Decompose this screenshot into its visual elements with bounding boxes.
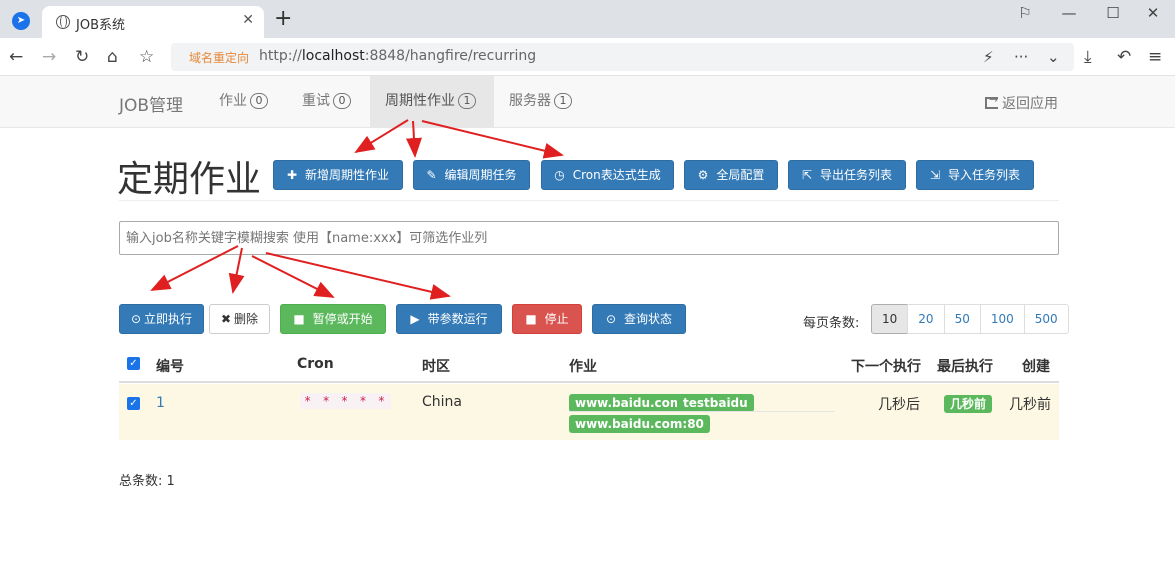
edit-recurring-job-button[interactable]: ✎ 编辑周期任务 bbox=[413, 160, 530, 190]
column-header-cron[interactable]: Cron bbox=[297, 356, 334, 372]
page-title: 定期作业 bbox=[117, 159, 262, 200]
remove-icon: ✖ bbox=[220, 312, 232, 326]
nav-item-jobs[interactable]: 作业 0 bbox=[204, 76, 283, 127]
column-header-id[interactable]: 编号 bbox=[156, 356, 184, 376]
trigger-now-button[interactable]: ⊙ 立即执行 bbox=[119, 304, 204, 334]
undo-icon[interactable]: ↶ bbox=[1117, 47, 1131, 67]
per-page-option-20[interactable]: 20 bbox=[907, 304, 945, 334]
redirect-tag: 域名重定向 bbox=[189, 51, 250, 65]
pause-resume-button[interactable]: ■ 暂停或开始 bbox=[280, 304, 386, 334]
plus-icon: ✚ bbox=[286, 168, 298, 182]
per-page-option-50[interactable]: 50 bbox=[943, 304, 981, 334]
bookmark-star-icon[interactable]: ☆ bbox=[139, 47, 154, 67]
next-execution-cell: 几秒后 bbox=[878, 397, 920, 413]
created-cell: 几秒前 bbox=[1009, 397, 1051, 413]
browser-logo-icon: ➤ bbox=[12, 12, 30, 30]
lightning-icon[interactable]: ⚡ bbox=[983, 48, 994, 66]
search-input[interactable] bbox=[119, 221, 1059, 255]
play-circle-icon: ⊙ bbox=[130, 312, 142, 326]
cron-expression: * * * * * bbox=[300, 393, 392, 409]
table-row[interactable]: ✓ 1 * * * * * China www.baidu.com testba… bbox=[119, 384, 1059, 440]
forward-icon[interactable]: → bbox=[42, 47, 56, 67]
new-tab-icon[interactable]: + bbox=[274, 7, 292, 31]
chevron-down-icon[interactable]: ⌄ bbox=[1047, 48, 1060, 66]
annotation-arrow bbox=[265, 252, 451, 300]
sign-out-icon bbox=[985, 93, 998, 109]
app-navbar: JOB管理 作业0 重试0 周期性作业1 服务器1 返回应用 bbox=[0, 76, 1175, 128]
column-header-created[interactable]: 创建 bbox=[1022, 356, 1050, 376]
tab-title: JOB系统 bbox=[76, 18, 125, 33]
total-count: 总条数: 1 bbox=[119, 474, 175, 489]
stop-button[interactable]: ■ 停止 bbox=[512, 304, 582, 334]
per-page-selector: 10 20 50 100 500 bbox=[871, 304, 1069, 334]
clock-icon: ◷ bbox=[554, 168, 565, 182]
export-icon: ⇱ bbox=[801, 168, 813, 182]
download-icon[interactable]: ⤓ bbox=[1084, 47, 1092, 67]
query-status-button[interactable]: ⊙ 查询状态 bbox=[592, 304, 686, 334]
column-header-job[interactable]: 作业 bbox=[569, 356, 597, 376]
per-page-option-500[interactable]: 500 bbox=[1023, 304, 1069, 334]
add-recurring-job-button[interactable]: ✚ 新增周期性作业 bbox=[273, 160, 403, 190]
job-separator bbox=[569, 411, 835, 412]
gear-icon: ⚙ bbox=[697, 168, 709, 182]
count-badge: 1 bbox=[458, 93, 476, 109]
row-checkbox[interactable]: ✓ bbox=[127, 397, 140, 410]
per-page-label: 每页条数: bbox=[803, 316, 860, 331]
run-with-params-button[interactable]: ▶ 带参数运行 bbox=[396, 304, 502, 334]
annotation-arrow bbox=[251, 255, 335, 298]
delete-button[interactable]: ✖ 删除 bbox=[209, 304, 270, 334]
cron-generator-button[interactable]: ◷ Cron表达式生成 bbox=[541, 160, 674, 190]
import-jobs-button[interactable]: ⇲ 导入任务列表 bbox=[916, 160, 1034, 190]
browser-tab[interactable]: JOB系统 ✕ bbox=[42, 6, 264, 38]
home-icon[interactable]: ⌂ bbox=[107, 47, 118, 67]
count-badge: 1 bbox=[554, 93, 572, 109]
per-page-option-100[interactable]: 100 bbox=[979, 304, 1025, 334]
reload-icon[interactable]: ↻ bbox=[75, 47, 89, 67]
nav-item-retries[interactable]: 重试 0 bbox=[287, 76, 366, 127]
column-header-timezone[interactable]: 时区 bbox=[422, 356, 450, 376]
import-icon: ⇲ bbox=[929, 168, 941, 182]
globe-icon bbox=[56, 15, 70, 29]
timezone-cell: China bbox=[422, 394, 462, 410]
nav-item-recurring[interactable]: 周期性作业 1 bbox=[370, 76, 494, 127]
url-field[interactable]: 域名重定向 http://localhost:8848/hangfire/rec… bbox=[171, 43, 1074, 71]
close-window-icon[interactable]: ✕ bbox=[1130, 4, 1175, 22]
stop-square-icon: ■ bbox=[293, 312, 305, 326]
divider bbox=[119, 200, 1059, 201]
nav-item-servers[interactable]: 服务器 1 bbox=[494, 76, 587, 127]
count-badge: 0 bbox=[333, 93, 351, 109]
brand[interactable]: JOB管理 bbox=[119, 91, 183, 116]
job-tag: www.baidu.com bbox=[569, 394, 689, 412]
export-jobs-button[interactable]: ⇱ 导出任务列表 bbox=[788, 160, 906, 190]
job-tag: www.baidu.com:80 bbox=[569, 415, 710, 433]
column-header-next-execution[interactable]: 下一个执行 bbox=[851, 356, 921, 376]
job-id-link[interactable]: 1 bbox=[156, 395, 165, 411]
tshirt-icon[interactable]: ⚐ bbox=[1002, 4, 1048, 22]
last-execution-badge[interactable]: 几秒前 bbox=[944, 395, 993, 413]
url-text: http://localhost:8848/hangfire/recurring bbox=[259, 48, 537, 64]
global-config-button[interactable]: ⚙ 全局配置 bbox=[684, 160, 778, 190]
back-to-app-link[interactable]: 返回应用 bbox=[985, 93, 1058, 113]
close-tab-icon[interactable]: ✕ bbox=[242, 12, 254, 28]
menu-icon[interactable]: ≡ bbox=[1148, 47, 1162, 67]
select-all-checkbox[interactable]: ✓ bbox=[127, 357, 140, 370]
column-header-last-execution[interactable]: 最后执行 bbox=[937, 356, 993, 376]
minimize-icon[interactable]: — bbox=[1046, 4, 1092, 22]
address-bar: ← → ↻ ⌂ ☆ 域名重定向 http://localhost:8848/ha… bbox=[0, 38, 1175, 76]
per-page-option-10[interactable]: 10 bbox=[871, 304, 909, 334]
pencil-icon: ✎ bbox=[426, 168, 437, 182]
back-icon[interactable]: ← bbox=[9, 47, 23, 67]
job-tag: testbaidu bbox=[677, 394, 754, 412]
table-header: ✓ 编号 Cron 时区 作业 下一个执行 最后执行 创建 bbox=[119, 345, 1059, 383]
more-icon[interactable]: ··· bbox=[1014, 48, 1028, 66]
stop-square-icon: ■ bbox=[525, 312, 537, 326]
count-badge: 0 bbox=[250, 93, 268, 109]
record-icon: ⊙ bbox=[605, 312, 617, 326]
play-icon: ▶ bbox=[410, 312, 420, 326]
browser-tab-bar: ➤ JOB系统 ✕ + ⚐ — ☐ ✕ bbox=[0, 0, 1175, 38]
